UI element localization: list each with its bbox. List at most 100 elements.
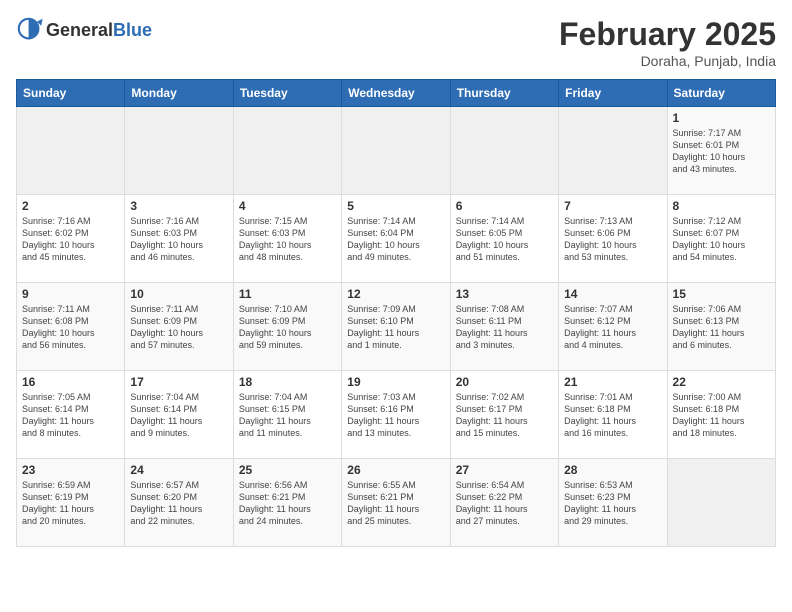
day-info: Sunrise: 7:13 AM Sunset: 6:06 PM Dayligh… <box>564 215 661 264</box>
calendar-day-cell: 13 Sunrise: 7:08 AM Sunset: 6:11 PM Dayli… <box>450 283 558 371</box>
logo-general: General <box>46 20 113 40</box>
day-number: 8 <box>673 199 770 213</box>
calendar-day-cell: 19Sunrise: 7:03 AM Sunset: 6:16 PM Dayli… <box>342 371 450 459</box>
calendar-day-cell: 1 Sunrise: 7:17 AM Sunset: 6:01 PM Daylig… <box>667 107 775 195</box>
day-number: 3 <box>130 199 227 213</box>
day-info: Sunrise: 7:16 AM Sunset: 6:03 PM Dayligh… <box>130 215 227 264</box>
day-number: 15 <box>673 287 770 301</box>
calendar-day-cell <box>125 107 233 195</box>
calendar-day-cell <box>233 107 341 195</box>
day-info: Sunrise: 7:10 AM Sunset: 6:09 PM Dayligh… <box>239 303 336 352</box>
day-info: Sunrise: 7:04 AM Sunset: 6:14 PM Dayligh… <box>130 391 227 440</box>
calendar-day-cell <box>559 107 667 195</box>
day-info: Sunrise: 7:17 AM Sunset: 6:01 PM Dayligh… <box>673 127 770 176</box>
weekday-header: Friday <box>559 80 667 107</box>
day-number: 17 <box>130 375 227 389</box>
logo-text: GeneralBlue <box>46 20 152 41</box>
day-number: 10 <box>130 287 227 301</box>
day-info: Sunrise: 7:15 AM Sunset: 6:03 PM Dayligh… <box>239 215 336 264</box>
calendar-day-cell: 15 Sunrise: 7:06 AM Sunset: 6:13 PM Dayli… <box>667 283 775 371</box>
calendar-week-row: 1 Sunrise: 7:17 AM Sunset: 6:01 PM Daylig… <box>17 107 776 195</box>
day-number: 18 <box>239 375 336 389</box>
calendar-day-cell <box>450 107 558 195</box>
calendar-day-cell: 22 Sunrise: 7:00 AM Sunset: 6:18 PM Dayli… <box>667 371 775 459</box>
calendar-day-cell: 17 Sunrise: 7:04 AM Sunset: 6:14 PM Dayli… <box>125 371 233 459</box>
day-info: Sunrise: 7:16 AM Sunset: 6:02 PM Dayligh… <box>22 215 119 264</box>
weekday-header: Sunday <box>17 80 125 107</box>
calendar-day-cell <box>667 459 775 547</box>
calendar-day-cell: 21Sunrise: 7:01 AM Sunset: 6:18 PM Dayli… <box>559 371 667 459</box>
day-info: Sunrise: 7:11 AM Sunset: 6:08 PM Dayligh… <box>22 303 119 352</box>
calendar-header-row: SundayMondayTuesdayWednesdayThursdayFrid… <box>17 80 776 107</box>
calendar-day-cell: 27 Sunrise: 6:54 AM Sunset: 6:22 PM Dayli… <box>450 459 558 547</box>
weekday-header: Thursday <box>450 80 558 107</box>
calendar-day-cell: 8 Sunrise: 7:12 AM Sunset: 6:07 PM Daylig… <box>667 195 775 283</box>
calendar-day-cell: 5 Sunrise: 7:14 AM Sunset: 6:04 PM Daylig… <box>342 195 450 283</box>
day-info: Sunrise: 7:02 AM Sunset: 6:17 PM Dayligh… <box>456 391 553 440</box>
weekday-header: Saturday <box>667 80 775 107</box>
day-info: Sunrise: 7:09 AM Sunset: 6:10 PM Dayligh… <box>347 303 444 352</box>
calendar-day-cell: 2Sunrise: 7:16 AM Sunset: 6:02 PM Daylig… <box>17 195 125 283</box>
location-title: Doraha, Punjab, India <box>559 53 776 69</box>
calendar-day-cell: 9 Sunrise: 7:11 AM Sunset: 6:08 PM Daylig… <box>17 283 125 371</box>
logo-blue: Blue <box>113 20 152 40</box>
calendar-day-cell: 16Sunrise: 7:05 AM Sunset: 6:14 PM Dayli… <box>17 371 125 459</box>
day-info: Sunrise: 6:55 AM Sunset: 6:21 PM Dayligh… <box>347 479 444 528</box>
weekday-header: Wednesday <box>342 80 450 107</box>
month-title: February 2025 <box>559 16 776 53</box>
day-number: 28 <box>564 463 661 477</box>
day-number: 5 <box>347 199 444 213</box>
day-number: 24 <box>130 463 227 477</box>
calendar-day-cell: 18Sunrise: 7:04 AM Sunset: 6:15 PM Dayli… <box>233 371 341 459</box>
day-number: 11 <box>239 287 336 301</box>
day-number: 22 <box>673 375 770 389</box>
day-info: Sunrise: 6:59 AM Sunset: 6:19 PM Dayligh… <box>22 479 119 528</box>
calendar-day-cell: 20 Sunrise: 7:02 AM Sunset: 6:17 PM Dayli… <box>450 371 558 459</box>
calendar-day-cell: 24 Sunrise: 6:57 AM Sunset: 6:20 PM Dayli… <box>125 459 233 547</box>
calendar-day-cell: 12 Sunrise: 7:09 AM Sunset: 6:10 PM Dayli… <box>342 283 450 371</box>
day-number: 20 <box>456 375 553 389</box>
day-number: 26 <box>347 463 444 477</box>
day-number: 27 <box>456 463 553 477</box>
day-number: 19 <box>347 375 444 389</box>
calendar-week-row: 23 Sunrise: 6:59 AM Sunset: 6:19 PM Dayli… <box>17 459 776 547</box>
calendar-week-row: 16Sunrise: 7:05 AM Sunset: 6:14 PM Dayli… <box>17 371 776 459</box>
calendar-day-cell: 3 Sunrise: 7:16 AM Sunset: 6:03 PM Daylig… <box>125 195 233 283</box>
day-number: 12 <box>347 287 444 301</box>
day-info: Sunrise: 7:01 AM Sunset: 6:18 PM Dayligh… <box>564 391 661 440</box>
day-info: Sunrise: 6:54 AM Sunset: 6:22 PM Dayligh… <box>456 479 553 528</box>
day-info: Sunrise: 6:53 AM Sunset: 6:23 PM Dayligh… <box>564 479 661 528</box>
calendar-day-cell: 28 Sunrise: 6:53 AM Sunset: 6:23 PM Dayli… <box>559 459 667 547</box>
day-info: Sunrise: 7:00 AM Sunset: 6:18 PM Dayligh… <box>673 391 770 440</box>
day-info: Sunrise: 6:57 AM Sunset: 6:20 PM Dayligh… <box>130 479 227 528</box>
day-info: Sunrise: 7:12 AM Sunset: 6:07 PM Dayligh… <box>673 215 770 264</box>
day-number: 9 <box>22 287 119 301</box>
calendar-day-cell: 26 Sunrise: 6:55 AM Sunset: 6:21 PM Dayli… <box>342 459 450 547</box>
page-header: GeneralBlue February 2025 Doraha, Punjab… <box>16 16 776 69</box>
calendar-table: SundayMondayTuesdayWednesdayThursdayFrid… <box>16 79 776 547</box>
day-number: 4 <box>239 199 336 213</box>
calendar-day-cell <box>342 107 450 195</box>
calendar-week-row: 2Sunrise: 7:16 AM Sunset: 6:02 PM Daylig… <box>17 195 776 283</box>
day-number: 23 <box>22 463 119 477</box>
calendar-day-cell: 6 Sunrise: 7:14 AM Sunset: 6:05 PM Daylig… <box>450 195 558 283</box>
day-info: Sunrise: 7:14 AM Sunset: 6:04 PM Dayligh… <box>347 215 444 264</box>
title-block: February 2025 Doraha, Punjab, India <box>559 16 776 69</box>
day-info: Sunrise: 7:14 AM Sunset: 6:05 PM Dayligh… <box>456 215 553 264</box>
day-info: Sunrise: 7:06 AM Sunset: 6:13 PM Dayligh… <box>673 303 770 352</box>
day-info: Sunrise: 7:05 AM Sunset: 6:14 PM Dayligh… <box>22 391 119 440</box>
day-number: 14 <box>564 287 661 301</box>
calendar-day-cell: 10 Sunrise: 7:11 AM Sunset: 6:09 PM Dayli… <box>125 283 233 371</box>
calendar-day-cell: 11 Sunrise: 7:10 AM Sunset: 6:09 PM Dayli… <box>233 283 341 371</box>
day-number: 6 <box>456 199 553 213</box>
day-number: 1 <box>673 111 770 125</box>
calendar-day-cell: 25Sunrise: 6:56 AM Sunset: 6:21 PM Dayli… <box>233 459 341 547</box>
day-info: Sunrise: 7:11 AM Sunset: 6:09 PM Dayligh… <box>130 303 227 352</box>
calendar-day-cell: 4 Sunrise: 7:15 AM Sunset: 6:03 PM Daylig… <box>233 195 341 283</box>
day-info: Sunrise: 6:56 AM Sunset: 6:21 PM Dayligh… <box>239 479 336 528</box>
day-number: 13 <box>456 287 553 301</box>
weekday-header: Monday <box>125 80 233 107</box>
calendar-day-cell: 23 Sunrise: 6:59 AM Sunset: 6:19 PM Dayli… <box>17 459 125 547</box>
day-info: Sunrise: 7:08 AM Sunset: 6:11 PM Dayligh… <box>456 303 553 352</box>
logo-icon <box>16 16 44 44</box>
